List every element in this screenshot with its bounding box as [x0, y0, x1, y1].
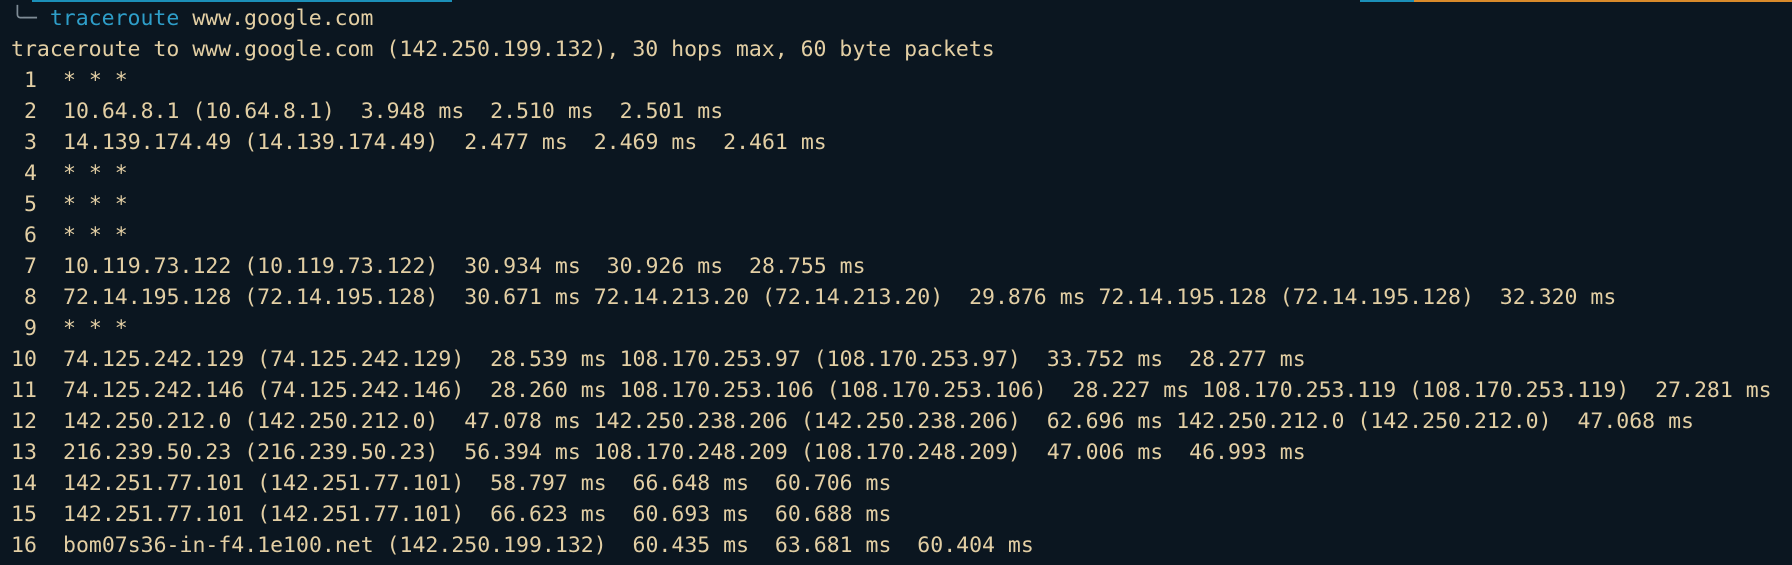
hop-line: 16 bom07s36-in-f4.1e100.net (142.250.199.… — [11, 530, 1792, 561]
tab-indicator — [32, 0, 452, 2]
hop-list: 1 * * * 2 10.64.8.1 (10.64.8.1) 3.948 ms 2… — [11, 65, 1792, 561]
hop-number: 15 — [11, 502, 37, 527]
hop-number: 4 — [11, 161, 37, 186]
hop-line: 2 10.64.8.1 (10.64.8.1) 3.948 ms 2.510 ms… — [11, 96, 1792, 127]
hop-result: 10.119.73.122 (10.119.73.122) 30.934 ms … — [63, 254, 866, 279]
hop-line: 1 * * * — [11, 65, 1792, 96]
hop-result: 10.64.8.1 (10.64.8.1) 3.948 ms 2.510 ms … — [63, 99, 724, 124]
hop-result: * * * — [63, 316, 128, 341]
hop-result: 14.139.174.49 (14.139.174.49) 2.477 ms 2… — [63, 130, 827, 155]
hop-line: 6 * * * — [11, 220, 1792, 251]
hop-number: 11 — [11, 378, 37, 403]
hop-result: * * * — [63, 68, 128, 93]
prompt-corner-icon: ╰─ — [11, 6, 37, 31]
hop-number: 5 — [11, 192, 37, 217]
hop-line: 15 142.251.77.101 (142.251.77.101) 66.623… — [11, 499, 1792, 530]
tab-indicator — [1360, 0, 1414, 2]
hop-line: 9 * * * — [11, 313, 1792, 344]
hop-line: 8 72.14.195.128 (72.14.195.128) 30.671 ms… — [11, 282, 1792, 313]
tab-indicator-active — [1414, 0, 1792, 2]
hop-result: * * * — [63, 223, 128, 248]
hop-number: 14 — [11, 471, 37, 496]
hop-number: 2 — [11, 99, 37, 124]
hop-result: 74.125.242.146 (74.125.242.146) 28.260 m… — [63, 378, 1772, 403]
hop-number: 7 — [11, 254, 37, 279]
command-argument: www.google.com — [192, 6, 374, 31]
prompt-line: ╰─ traceroute www.google.com — [11, 3, 1792, 34]
command-name: traceroute — [49, 6, 180, 31]
hop-number: 8 — [11, 285, 37, 310]
hop-result: 72.14.195.128 (72.14.195.128) 30.671 ms … — [63, 285, 1617, 310]
hop-result: * * * — [63, 161, 128, 186]
hop-number: 13 — [11, 440, 37, 465]
hop-number: 6 — [11, 223, 37, 248]
hop-result: * * * — [63, 192, 128, 217]
hop-number: 9 — [11, 316, 37, 341]
hop-line: 12 142.250.212.0 (142.250.212.0) 47.078 m… — [11, 406, 1792, 437]
terminal-window[interactable]: ╰─ traceroute www.google.com traceroute … — [0, 0, 1792, 565]
hop-line: 5 * * * — [11, 189, 1792, 220]
hop-result: 74.125.242.129 (74.125.242.129) 28.539 m… — [63, 347, 1306, 372]
hop-line: 13 216.239.50.23 (216.239.50.23) 56.394 m… — [11, 437, 1792, 468]
hop-line: 11 74.125.242.146 (74.125.242.146) 28.260… — [11, 375, 1792, 406]
hop-line: 10 74.125.242.129 (74.125.242.129) 28.539… — [11, 344, 1792, 375]
hop-line: 3 14.139.174.49 (14.139.174.49) 2.477 ms … — [11, 127, 1792, 158]
hop-number: 12 — [11, 409, 37, 434]
hop-number: 10 — [11, 347, 37, 372]
hop-result: 216.239.50.23 (216.239.50.23) 56.394 ms … — [63, 440, 1306, 465]
hop-line: 7 10.119.73.122 (10.119.73.122) 30.934 ms… — [11, 251, 1792, 282]
hop-number: 3 — [11, 130, 37, 155]
hop-result: bom07s36-in-f4.1e100.net (142.250.199.13… — [63, 533, 1034, 558]
hop-result: 142.250.212.0 (142.250.212.0) 47.078 ms … — [63, 409, 1694, 434]
hop-number: 1 — [11, 68, 37, 93]
output-header: traceroute to www.google.com (142.250.19… — [11, 37, 995, 62]
hop-result: 142.251.77.101 (142.251.77.101) 66.623 m… — [63, 502, 892, 527]
hop-line: 4 * * * — [11, 158, 1792, 189]
hop-line: 14 142.251.77.101 (142.251.77.101) 58.797… — [11, 468, 1792, 499]
hop-number: 16 — [11, 533, 37, 558]
hop-result: 142.251.77.101 (142.251.77.101) 58.797 m… — [63, 471, 892, 496]
